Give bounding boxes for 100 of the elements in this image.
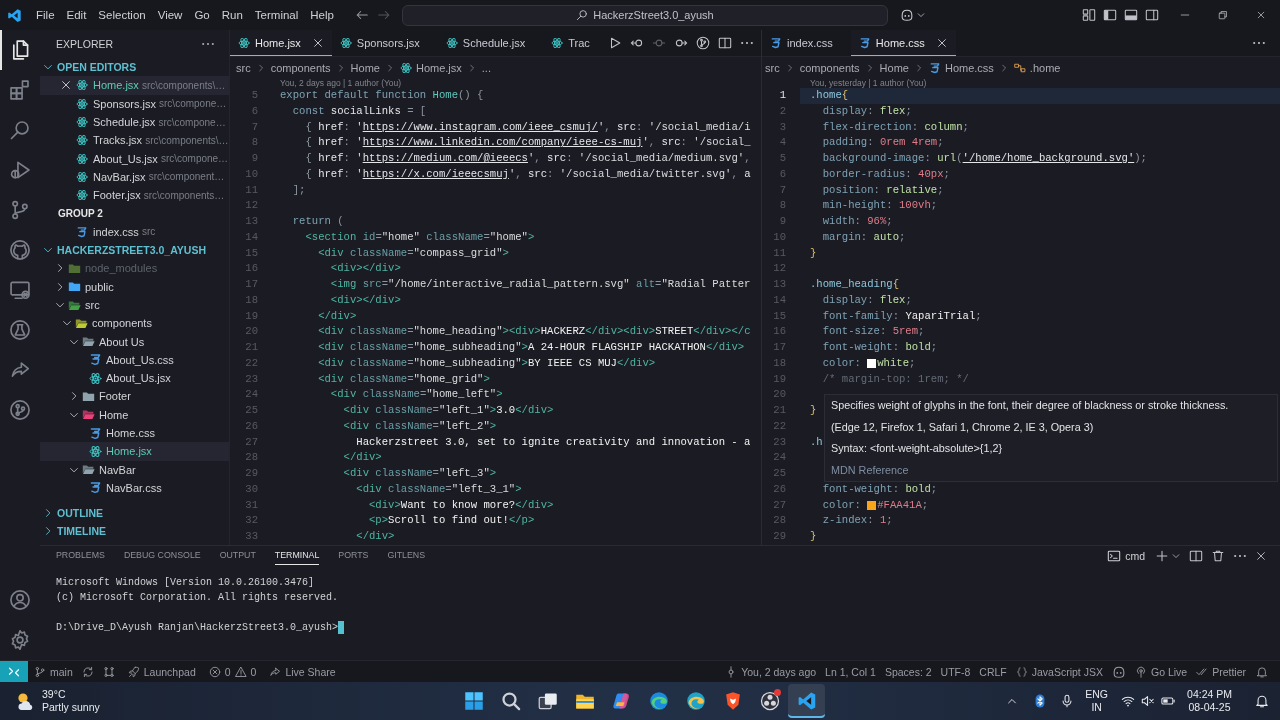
- live-share-status[interactable]: Live Share: [269, 665, 336, 678]
- editor-tab[interactable]: Schedule.jsx: [437, 30, 544, 56]
- weather-condition[interactable]: Partly sunny: [42, 701, 100, 714]
- breadcrumb[interactable]: components: [799, 61, 860, 74]
- cursor-position[interactable]: Ln 1, Col 1: [825, 665, 876, 678]
- menu-item[interactable]: View: [151, 5, 189, 25]
- panel-tab[interactable]: PORTS: [338, 547, 369, 565]
- branch-nodes-icon[interactable]: [102, 665, 115, 678]
- panel-tab[interactable]: TERMINAL: [274, 547, 320, 565]
- menu-item[interactable]: Help: [304, 5, 340, 25]
- breadcrumb[interactable]: src: [236, 61, 251, 74]
- breadcrumb[interactable]: .home: [1013, 61, 1061, 74]
- battery-icon[interactable]: [1161, 694, 1176, 708]
- close-icon[interactable]: [1255, 550, 1267, 562]
- open-editor-item[interactable]: Tracks.jsx src\components\…: [40, 131, 229, 150]
- go-live-button[interactable]: Go Live: [1134, 665, 1188, 678]
- editor-tab[interactable]: Home.jsx: [230, 30, 332, 56]
- tree-item[interactable]: Home.css: [40, 423, 229, 443]
- editor-tab[interactable]: index.css: [762, 30, 851, 56]
- tree-item[interactable]: components: [40, 314, 229, 333]
- tree-item[interactable]: public: [40, 277, 229, 296]
- remote-button[interactable]: [0, 661, 28, 682]
- blame-annotation[interactable]: You, 2 days ago | 1 author (You): [280, 78, 402, 88]
- close-icon[interactable]: [311, 37, 324, 49]
- menu-item[interactable]: File: [30, 5, 61, 25]
- restore-icon[interactable]: [1218, 10, 1228, 20]
- chevron-down-icon[interactable]: [1171, 551, 1181, 561]
- panel-tab[interactable]: DEBUG CONSOLE: [123, 547, 201, 565]
- sync-icon[interactable]: [81, 665, 94, 678]
- toggle-panel-icon[interactable]: [1124, 8, 1138, 22]
- tree-item[interactable]: NavBar: [40, 460, 229, 479]
- robot-face-icon[interactable]: [1111, 664, 1126, 679]
- open-editor-item[interactable]: index.css src: [40, 222, 229, 241]
- open-editor-item[interactable]: Sponsors.jsx src\compone…: [40, 94, 229, 113]
- launchpad-status[interactable]: Launchpad: [127, 665, 196, 678]
- indentation-status[interactable]: Spaces: 2: [884, 665, 932, 678]
- open-editor-item[interactable]: Home.jsx src\components\…: [40, 76, 229, 95]
- muted-speaker-icon[interactable]: [1141, 694, 1156, 708]
- split-editor-icon[interactable]: [717, 36, 732, 50]
- trash-icon[interactable]: [1211, 549, 1225, 563]
- section-header[interactable]: TIMELINE: [40, 521, 229, 540]
- panel-tab[interactable]: GITLENS: [387, 547, 426, 565]
- robot-face-icon[interactable]: [900, 8, 914, 22]
- breadcrumb[interactable]: ...: [481, 61, 491, 74]
- color-swatch-icon[interactable]: [867, 500, 877, 510]
- command-center[interactable]: HackerzStreet3.0_ayush: [402, 4, 888, 26]
- menu-item[interactable]: Edit: [60, 5, 93, 25]
- breadcrumb[interactable]: Home.jsx: [399, 61, 462, 74]
- chevron-down-icon[interactable]: [916, 10, 926, 20]
- back-icon[interactable]: [355, 8, 369, 22]
- tree-item[interactable]: About_Us.jsx: [40, 369, 229, 388]
- menu-item[interactable]: Terminal: [248, 5, 305, 25]
- section-header[interactable]: HACKERZSTREET3.0_AYUSH: [40, 240, 229, 260]
- toggle-sidebar-icon[interactable]: [1103, 8, 1117, 22]
- close-icon[interactable]: [60, 79, 72, 92]
- tree-item[interactable]: About Us: [40, 332, 229, 351]
- editor-tab[interactable]: Home.css: [850, 30, 956, 56]
- account-icon[interactable]: [9, 589, 31, 611]
- input-language[interactable]: ENG IN: [1085, 688, 1109, 714]
- notification-bell-icon[interactable]: [1255, 694, 1269, 708]
- encoding-status[interactable]: UTF-8: [940, 665, 971, 678]
- language-status[interactable]: JavaScript JSX: [1015, 665, 1103, 678]
- settings-icon[interactable]: [9, 629, 31, 651]
- branch-status[interactable]: main: [34, 665, 73, 678]
- problems-status[interactable]: 0 0: [208, 665, 257, 678]
- tree-item[interactable]: Home.jsx: [40, 442, 229, 461]
- temperature-text[interactable]: 39°C: [42, 688, 100, 701]
- section-header[interactable]: OPEN EDITORS: [40, 58, 229, 77]
- breadcrumb[interactable]: components: [270, 61, 331, 74]
- split-editor-icon[interactable]: [1189, 549, 1203, 563]
- branch-circle-icon[interactable]: [695, 36, 710, 50]
- breadcrumb[interactable]: Home: [350, 61, 380, 74]
- color-swatch-icon[interactable]: [867, 359, 877, 369]
- line-ending-status[interactable]: CRLF: [979, 665, 1007, 678]
- breadcrumb[interactable]: src: [765, 61, 780, 74]
- panel-tab[interactable]: PROBLEMS: [56, 547, 105, 565]
- formatter-status[interactable]: Prettier: [1196, 665, 1246, 678]
- taskbar-button[interactable]: [788, 684, 825, 718]
- tree-item[interactable]: About_Us.css: [40, 350, 229, 370]
- plus-icon[interactable]: [1155, 549, 1169, 563]
- layout-icon[interactable]: [1082, 8, 1096, 22]
- open-editor-item[interactable]: Schedule.jsx src\compone…: [40, 112, 229, 132]
- wifi-icon[interactable]: [1121, 694, 1136, 708]
- breadcrumb[interactable]: Home: [879, 61, 909, 74]
- tree-item[interactable]: Home: [40, 405, 229, 424]
- menu-item[interactable]: Selection: [92, 5, 152, 25]
- section-header[interactable]: OUTLINE: [40, 503, 229, 522]
- open-editor-item[interactable]: Footer.jsx src\components…: [40, 186, 229, 205]
- blame-status[interactable]: You, 2 days ago: [725, 665, 817, 678]
- breadcrumb[interactable]: Home.css: [928, 61, 994, 74]
- bell-icon[interactable]: [1256, 665, 1268, 678]
- panel-tab[interactable]: OUTPUT: [219, 547, 256, 565]
- reference-link[interactable]: MDN Reference: [831, 459, 909, 481]
- open-editor-item[interactable]: About_Us.jsx src\compone…: [40, 149, 229, 168]
- close-icon[interactable]: [1256, 10, 1266, 20]
- open-editor-item[interactable]: NavBar.jsx src\component…: [40, 167, 229, 187]
- close-icon[interactable]: [935, 37, 948, 49]
- editor-tab[interactable]: Sponsors.jsx: [331, 30, 438, 56]
- blame-annotation[interactable]: You, yesterday | 1 author (You): [810, 78, 927, 88]
- tree-item[interactable]: Footer: [40, 387, 229, 406]
